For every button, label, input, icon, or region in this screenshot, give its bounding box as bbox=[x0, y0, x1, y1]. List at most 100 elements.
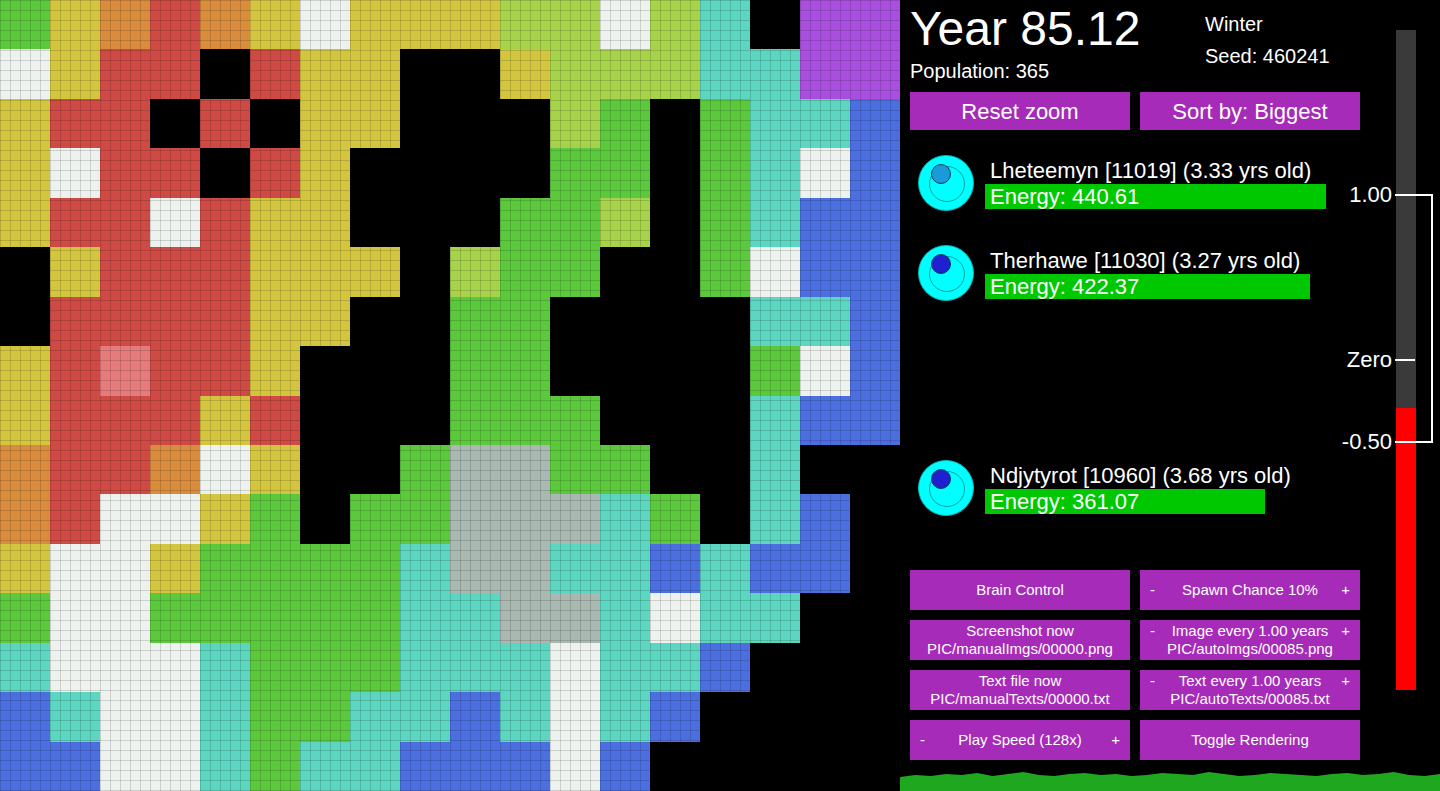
control-path: PIC/autoTexts/00085.txt bbox=[1170, 690, 1329, 708]
control-button[interactable]: Text file nowPIC/manualTexts/00000.txt bbox=[910, 670, 1130, 710]
map-tile bbox=[600, 494, 650, 543]
control-button[interactable]: -Image every 1.00 years+PIC/autoImgs/000… bbox=[1140, 620, 1360, 660]
map-tile bbox=[750, 49, 800, 98]
top-button[interactable]: Sort by: Biggest bbox=[1140, 92, 1360, 130]
map-tile bbox=[500, 0, 550, 49]
map-tile bbox=[0, 593, 50, 642]
map-tile bbox=[100, 544, 150, 593]
app: Year 85.12Population: 365WinterSeed: 460… bbox=[0, 0, 1440, 791]
map-tile bbox=[250, 198, 300, 247]
creature-list: Lheteemyn [11019] (3.33 yrs old)Energy: … bbox=[910, 154, 1360, 517]
map-tile bbox=[400, 247, 450, 296]
map-tile bbox=[400, 99, 450, 148]
control-label: Toggle Rendering bbox=[1191, 731, 1309, 749]
map-tile bbox=[800, 247, 850, 296]
control-button[interactable]: Brain Control bbox=[910, 570, 1130, 610]
map-tile bbox=[650, 544, 700, 593]
map-tile bbox=[750, 643, 800, 692]
control-button[interactable]: -Play Speed (128x)+ bbox=[910, 720, 1130, 760]
map-tile bbox=[50, 396, 100, 445]
map-tile bbox=[750, 0, 800, 49]
map-tile bbox=[350, 494, 400, 543]
map-tile bbox=[400, 494, 450, 543]
map-tile bbox=[750, 544, 800, 593]
map-tile bbox=[500, 99, 550, 148]
map-tile bbox=[800, 297, 850, 346]
minus-button[interactable]: - bbox=[1150, 672, 1160, 690]
map-tile bbox=[300, 99, 350, 148]
control-path: PIC/manualImgs/00000.png bbox=[927, 640, 1113, 658]
minus-button[interactable]: - bbox=[920, 731, 930, 749]
map-tile bbox=[450, 445, 500, 494]
map-tile bbox=[600, 445, 650, 494]
creature-row[interactable]: Therhawe [11030] (3.27 yrs old)Energy: 4… bbox=[918, 244, 1360, 302]
map-tile bbox=[650, 494, 700, 543]
map-tile bbox=[600, 593, 650, 642]
map-tile bbox=[550, 297, 600, 346]
map-tile bbox=[800, 148, 850, 197]
control-button[interactable]: -Text every 1.00 years+PIC/autoTexts/000… bbox=[1140, 670, 1360, 710]
map-tile bbox=[800, 643, 850, 692]
map-tile bbox=[700, 445, 750, 494]
map-tile bbox=[400, 0, 450, 49]
side-panel: Year 85.12Population: 365WinterSeed: 460… bbox=[900, 0, 1440, 791]
map-tile bbox=[50, 593, 100, 642]
world-map[interactable] bbox=[0, 0, 900, 791]
creature-row[interactable]: Ndjytyrot [10960] (3.68 yrs old)Energy: … bbox=[918, 459, 1360, 517]
map-tile bbox=[100, 148, 150, 197]
control-button[interactable]: Screenshot nowPIC/manualImgs/00000.png bbox=[910, 620, 1130, 660]
map-tile bbox=[300, 346, 350, 395]
map-tile bbox=[150, 494, 200, 543]
population-graph bbox=[900, 770, 1440, 791]
map-tile bbox=[150, 99, 200, 148]
creature-name: Lheteemyn [11019] (3.33 yrs old) bbox=[985, 158, 1345, 184]
map-tile bbox=[750, 297, 800, 346]
top-button[interactable]: Reset zoom bbox=[910, 92, 1130, 130]
creature-icon[interactable] bbox=[918, 155, 974, 211]
map-tile bbox=[650, 247, 700, 296]
map-tile bbox=[850, 247, 900, 296]
creature-icon[interactable] bbox=[918, 460, 974, 516]
map-tile bbox=[500, 742, 550, 791]
map-tile bbox=[700, 593, 750, 642]
map-tile bbox=[350, 0, 400, 49]
map-tile bbox=[150, 445, 200, 494]
map-tile bbox=[350, 99, 400, 148]
map-tile bbox=[350, 643, 400, 692]
map-tile bbox=[100, 643, 150, 692]
control-button[interactable]: -Spawn Chance 10%+ bbox=[1140, 570, 1360, 610]
map-tile bbox=[50, 692, 100, 741]
map-tile bbox=[700, 247, 750, 296]
minus-button[interactable]: - bbox=[1150, 581, 1160, 599]
control-label: Brain Control bbox=[976, 581, 1064, 599]
plus-button[interactable]: + bbox=[1340, 581, 1350, 599]
map-tile bbox=[600, 544, 650, 593]
meter-tick-label: -0.50 bbox=[1342, 429, 1392, 455]
map-tile bbox=[300, 0, 350, 49]
map-tile bbox=[550, 99, 600, 148]
meter-tick bbox=[1395, 441, 1433, 443]
map-tile bbox=[350, 346, 400, 395]
map-tile bbox=[800, 198, 850, 247]
control-button[interactable]: Toggle Rendering bbox=[1140, 720, 1360, 760]
creature-icon[interactable] bbox=[918, 245, 974, 301]
map-tile bbox=[300, 593, 350, 642]
map-tile bbox=[400, 742, 450, 791]
map-tile bbox=[250, 742, 300, 791]
map-tile bbox=[100, 742, 150, 791]
plus-button[interactable]: + bbox=[1110, 731, 1120, 749]
plus-button[interactable]: + bbox=[1340, 622, 1350, 640]
map-tile bbox=[400, 593, 450, 642]
creature-row[interactable]: Lheteemyn [11019] (3.33 yrs old)Energy: … bbox=[918, 154, 1360, 212]
minus-button[interactable]: - bbox=[1150, 622, 1160, 640]
map-tile bbox=[250, 297, 300, 346]
map-tile bbox=[700, 643, 750, 692]
map-tile bbox=[800, 593, 850, 642]
plus-button[interactable]: + bbox=[1340, 672, 1350, 690]
map-tile bbox=[250, 544, 300, 593]
map-tile bbox=[300, 494, 350, 543]
control-grid: Brain Control -Spawn Chance 10%+Screensho… bbox=[910, 570, 1360, 760]
map-tile bbox=[750, 198, 800, 247]
map-tile bbox=[600, 247, 650, 296]
map-tile bbox=[700, 0, 750, 49]
